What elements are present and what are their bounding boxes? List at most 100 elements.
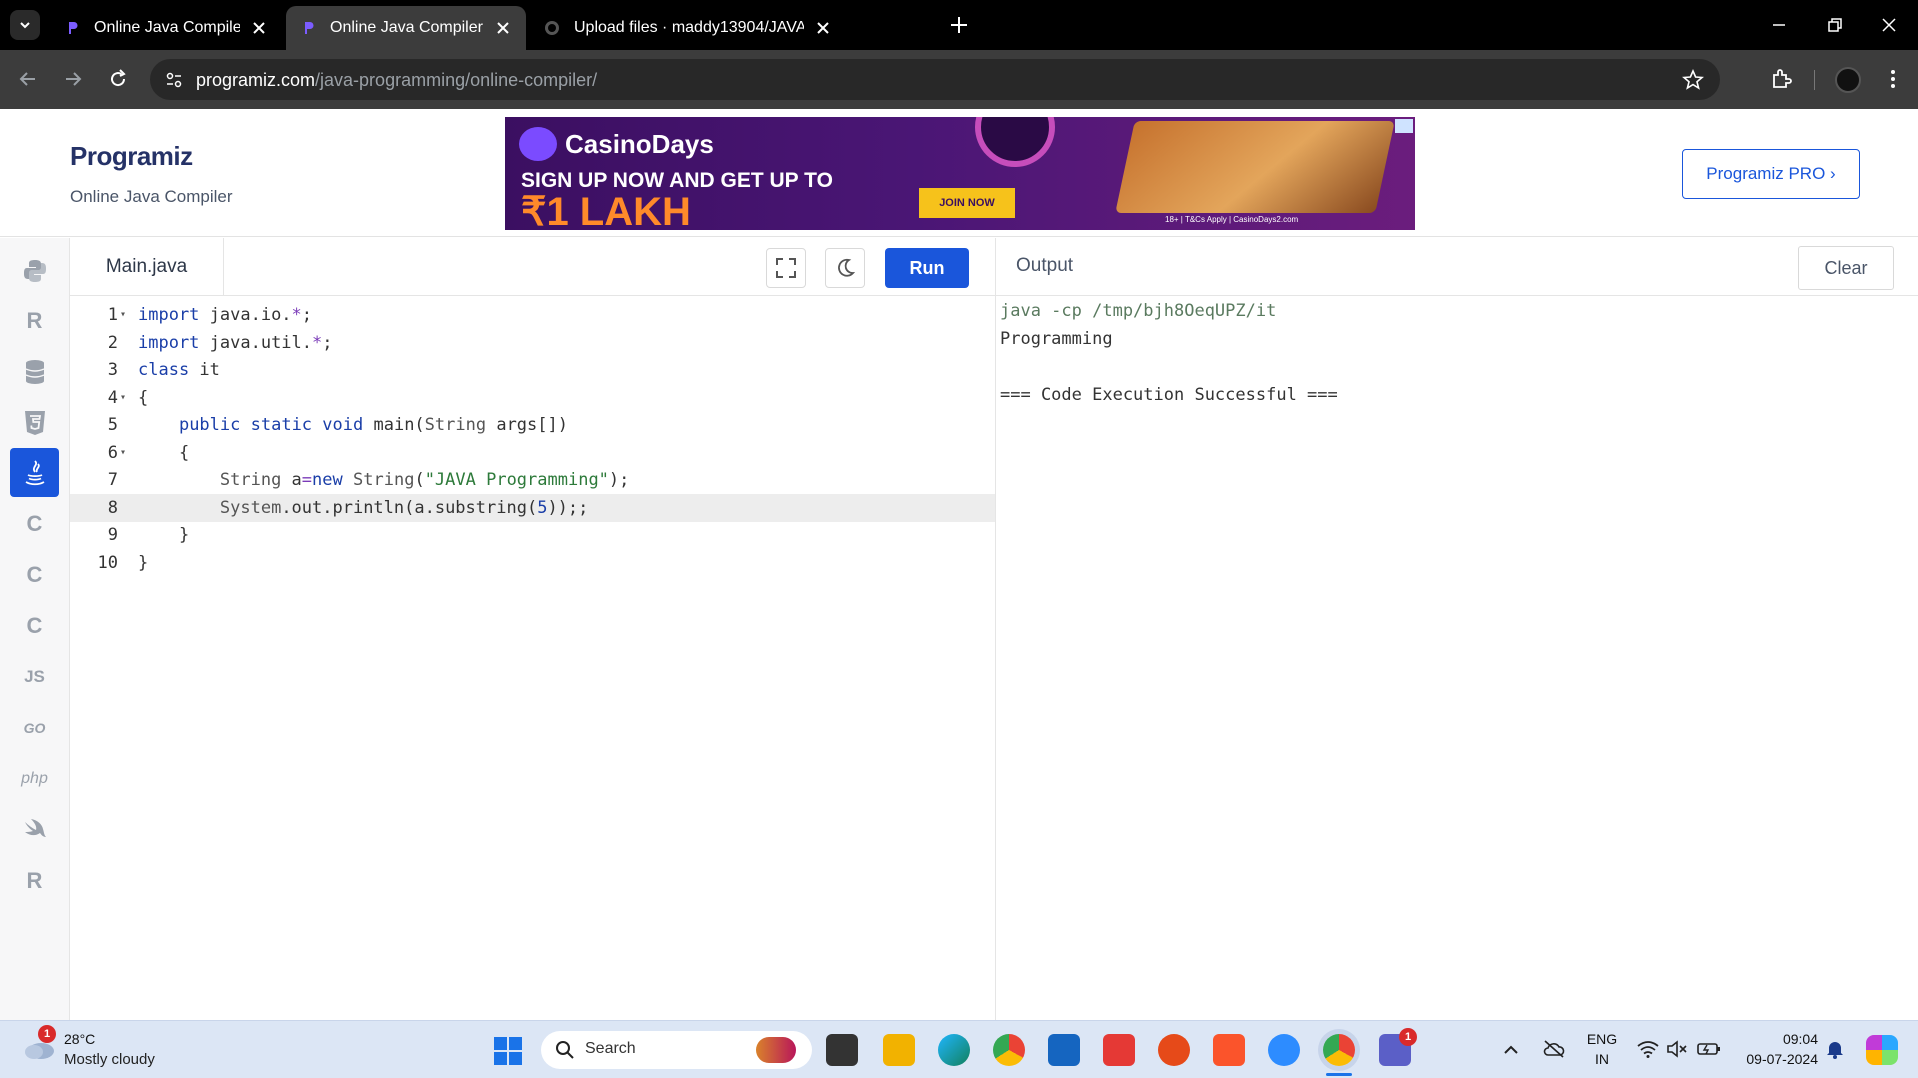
run-button[interactable]: Run: [885, 248, 969, 288]
code-editor[interactable]: 1 ▾ import java.io.*; 2 import java.util.*; 3…: [70, 297, 995, 1020]
zoom-icon[interactable]: [1268, 1034, 1300, 1066]
code-text: {: [138, 442, 190, 463]
volume-muted-icon[interactable]: [1666, 1040, 1688, 1058]
bookmark-star-icon[interactable]: [1682, 69, 1704, 91]
lang-cpp[interactable]: C: [10, 550, 59, 599]
site-info-icon[interactable]: [164, 70, 184, 90]
wps-office-icon[interactable]: [1158, 1034, 1190, 1066]
profile-avatar[interactable]: [1835, 67, 1861, 93]
code-line[interactable]: 8 System.out.println(a.substring(5));;: [70, 493, 995, 522]
brave-icon[interactable]: [1213, 1034, 1245, 1066]
code-line[interactable]: 3 class it: [70, 356, 995, 384]
code-line[interactable]: 6 ▾ {: [70, 439, 995, 467]
clear-button[interactable]: Clear: [1798, 246, 1894, 290]
lang-java[interactable]: [10, 448, 59, 497]
fold-arrow-icon[interactable]: ▾: [120, 439, 126, 467]
fold-arrow-icon[interactable]: ▾: [120, 301, 126, 329]
moon-icon: [838, 258, 856, 277]
weather-widget[interactable]: 1: [22, 1025, 56, 1061]
lang-go[interactable]: GO: [10, 703, 59, 752]
programiz-pro-button[interactable]: Programiz PRO ›: [1682, 149, 1860, 199]
code-line[interactable]: 10}: [70, 549, 995, 577]
taskbar-search[interactable]: Search: [541, 1031, 812, 1069]
browser-tab-1[interactable]: Online Java Compiler: [50, 6, 282, 50]
swift-icon: [24, 818, 46, 837]
wifi-icon[interactable]: [1637, 1040, 1659, 1058]
new-tab-icon[interactable]: [948, 14, 970, 36]
microsoft-store-icon[interactable]: [1048, 1034, 1080, 1066]
code-line[interactable]: 1 ▾ import java.io.*;: [70, 301, 995, 329]
battery-icon[interactable]: [1697, 1041, 1721, 1057]
browser-tab-3[interactable]: Upload files · maddy13904/JAVA: [530, 6, 930, 50]
code-text: }: [138, 525, 190, 545]
close-icon[interactable]: [814, 19, 832, 37]
ad-amount: ₹1 LAKH: [521, 190, 691, 230]
fold-arrow-icon[interactable]: ▾: [120, 384, 126, 412]
code-line[interactable]: 5 public static void main(String args[]): [70, 411, 995, 439]
task-view-icon[interactable]: [826, 1034, 858, 1066]
clock-time[interactable]: 09:04: [1738, 1031, 1818, 1047]
line-number: 10: [97, 552, 118, 573]
ad-join-button[interactable]: JOIN NOW: [919, 188, 1015, 218]
language-top[interactable]: ENG: [1585, 1031, 1619, 1047]
extensions-icon[interactable]: [1769, 67, 1793, 91]
code-line[interactable]: 9 }: [70, 521, 995, 549]
copilot-icon[interactable]: [1866, 1035, 1898, 1065]
restore-icon[interactable]: [1823, 14, 1845, 36]
lang-r[interactable]: R: [10, 296, 59, 345]
lang-html[interactable]: [10, 398, 59, 447]
forward-arrow-icon[interactable]: [61, 67, 85, 91]
chevron-up-icon[interactable]: [1503, 1043, 1519, 1057]
back-arrow-icon[interactable]: [16, 67, 40, 91]
address-bar[interactable]: programiz.com/java-programming/online-co…: [150, 59, 1720, 100]
notification-bell-icon[interactable]: [1826, 1039, 1844, 1059]
code-line[interactable]: 7 String a=new String("JAVA Programming"…: [70, 466, 995, 494]
lang-sql[interactable]: [10, 347, 59, 396]
dark-mode-button[interactable]: [825, 248, 865, 288]
close-window-icon[interactable]: [1878, 14, 1900, 36]
lang-javascript[interactable]: JS: [10, 652, 59, 701]
language-bottom[interactable]: IN: [1585, 1051, 1619, 1067]
lang-csharp[interactable]: C: [10, 601, 59, 650]
file-tab-main-java[interactable]: Main.java: [70, 238, 224, 296]
output-console[interactable]: java -cp /tmp/bjh8OeqUPZ/it Programming ==…: [1000, 297, 1900, 409]
fullscreen-button[interactable]: [766, 248, 806, 288]
browser-tab-2[interactable]: Online Java Compiler: [286, 6, 526, 50]
close-icon[interactable]: [494, 19, 512, 37]
programiz-favicon-icon: [69, 22, 78, 34]
code-line[interactable]: 4 ▾ {: [70, 384, 995, 412]
minimize-icon[interactable]: [1768, 14, 1790, 36]
reload-icon[interactable]: [106, 67, 130, 91]
adchoices-icon[interactable]: [1395, 119, 1413, 133]
close-icon[interactable]: [250, 19, 268, 37]
anydesk-icon[interactable]: [1103, 1034, 1135, 1066]
teams-icon[interactable]: 1: [1379, 1028, 1417, 1066]
edge-icon[interactable]: [938, 1034, 970, 1066]
code-line[interactable]: 2 import java.util.*;: [70, 329, 995, 357]
roulette-wheel-icon: [975, 117, 1055, 167]
programiz-logo[interactable]: Programiz: [70, 141, 193, 172]
clock-date[interactable]: 09-07-2024: [1728, 1051, 1818, 1067]
lang-c[interactable]: C: [10, 499, 59, 548]
lang-swift[interactable]: [10, 805, 59, 854]
output-title: Output: [1016, 255, 1074, 276]
windows-start-icon[interactable]: [493, 1036, 523, 1066]
chrome-active-icon[interactable]: [1323, 1034, 1355, 1066]
output-line: === Code Execution Successful ===: [1000, 385, 1338, 405]
tab-search-button[interactable]: [10, 10, 40, 40]
chrome-icon[interactable]: [993, 1034, 1025, 1066]
kebab-menu-icon[interactable]: [1881, 67, 1905, 91]
lang-rust[interactable]: R: [10, 856, 59, 905]
weather-temp: 28°C: [64, 1031, 96, 1047]
code-text: class it: [138, 360, 220, 380]
lang-php[interactable]: php: [10, 754, 59, 803]
file-explorer-icon[interactable]: [883, 1034, 915, 1066]
lang-python[interactable]: [10, 246, 59, 295]
line-number: 1: [107, 305, 118, 325]
panel-divider[interactable]: [995, 238, 996, 1020]
advertisement-banner[interactable]: CasinoDays SIGN UP NOW AND GET UP TO ₹1 …: [505, 117, 1415, 230]
onedrive-offline-icon[interactable]: [1542, 1039, 1566, 1059]
url-host: programiz.com: [196, 70, 316, 90]
code-text: public static void main(String args[]): [178, 415, 568, 435]
line-number: 8: [107, 497, 118, 518]
